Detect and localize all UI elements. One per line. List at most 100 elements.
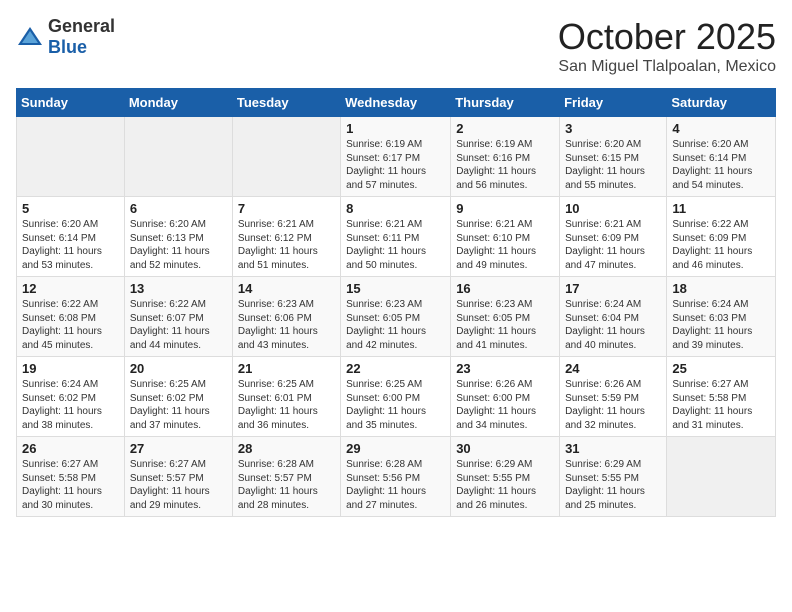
day-info: Sunrise: 6:26 AM Sunset: 6:00 PM Dayligh… bbox=[456, 378, 554, 432]
calendar-cell: 29Sunrise: 6:28 AM Sunset: 5:56 PM Dayli… bbox=[341, 437, 451, 517]
day-info: Sunrise: 6:21 AM Sunset: 6:09 PM Dayligh… bbox=[565, 218, 661, 272]
calendar-cell: 1 Sunrise: 6:19 AM Sunset: 6:17 PM Daylig… bbox=[341, 117, 451, 197]
day-number: 20 bbox=[130, 361, 227, 376]
calendar-cell: 20 Sunrise: 6:25 AM Sunset: 6:02 PM Dayli… bbox=[124, 357, 232, 437]
calendar-week-row: 12 Sunrise: 6:22 AM Sunset: 6:08 PM Dayli… bbox=[17, 277, 776, 357]
day-info: Sunrise: 6:20 AM Sunset: 6:14 PM Dayligh… bbox=[672, 138, 770, 192]
day-number: 31 bbox=[565, 441, 661, 456]
day-number: 26 bbox=[22, 441, 119, 456]
day-info: Sunrise: 6:25 AM Sunset: 6:00 PM Dayligh… bbox=[346, 378, 445, 432]
day-number: 2 bbox=[456, 121, 554, 136]
calendar-cell bbox=[232, 117, 340, 197]
day-info: Sunrise: 6:27 AM Sunset: 5:57 PM Dayligh… bbox=[130, 458, 227, 512]
calendar-cell: 28 Sunrise: 6:28 AM Sunset: 5:57 PM Dayli… bbox=[232, 437, 340, 517]
day-info: Sunrise: 6:22 AM Sunset: 6:09 PM Dayligh… bbox=[672, 218, 770, 272]
calendar-week-row: 26 Sunrise: 6:27 AM Sunset: 5:58 PM Dayli… bbox=[17, 437, 776, 517]
day-number: 14 bbox=[238, 281, 335, 296]
calendar-cell: 25Sunrise: 6:27 AM Sunset: 5:58 PM Dayli… bbox=[667, 357, 776, 437]
calendar-cell: 5Sunrise: 6:20 AM Sunset: 6:14 PM Daylig… bbox=[17, 197, 125, 277]
calendar-cell bbox=[17, 117, 125, 197]
day-number: 25 bbox=[672, 361, 770, 376]
calendar-cell: 15 Sunrise: 6:23 AM Sunset: 6:05 PM Dayli… bbox=[341, 277, 451, 357]
day-number: 29 bbox=[346, 441, 445, 456]
calendar-cell: 22 Sunrise: 6:25 AM Sunset: 6:00 PM Dayli… bbox=[341, 357, 451, 437]
calendar-cell: 11Sunrise: 6:22 AM Sunset: 6:09 PM Dayli… bbox=[667, 197, 776, 277]
weekday-header-saturday: Saturday bbox=[667, 89, 776, 117]
day-info: Sunrise: 6:26 AM Sunset: 5:59 PM Dayligh… bbox=[565, 378, 661, 432]
calendar-cell: 18Sunrise: 6:24 AM Sunset: 6:03 PM Dayli… bbox=[667, 277, 776, 357]
weekday-header-tuesday: Tuesday bbox=[232, 89, 340, 117]
calendar-cell: 14 Sunrise: 6:23 AM Sunset: 6:06 PM Dayli… bbox=[232, 277, 340, 357]
day-info: Sunrise: 6:22 AM Sunset: 6:07 PM Dayligh… bbox=[130, 298, 227, 352]
title-block: October 2025 San Miguel Tlalpoalan, Mexi… bbox=[558, 16, 776, 76]
calendar-cell: 21Sunrise: 6:25 AM Sunset: 6:01 PM Dayli… bbox=[232, 357, 340, 437]
day-number: 12 bbox=[22, 281, 119, 296]
day-info: Sunrise: 6:20 AM Sunset: 6:14 PM Dayligh… bbox=[22, 218, 119, 272]
calendar-cell bbox=[667, 437, 776, 517]
calendar-cell: 30Sunrise: 6:29 AM Sunset: 5:55 PM Dayli… bbox=[451, 437, 560, 517]
logo: General Blue bbox=[16, 16, 115, 58]
day-info: Sunrise: 6:21 AM Sunset: 6:12 PM Dayligh… bbox=[238, 218, 335, 272]
calendar-cell: 6 Sunrise: 6:20 AM Sunset: 6:13 PM Daylig… bbox=[124, 197, 232, 277]
day-number: 24 bbox=[565, 361, 661, 376]
weekday-header-thursday: Thursday bbox=[451, 89, 560, 117]
calendar-cell: 24 Sunrise: 6:26 AM Sunset: 5:59 PM Dayli… bbox=[560, 357, 667, 437]
weekday-header-wednesday: Wednesday bbox=[341, 89, 451, 117]
day-number: 19 bbox=[22, 361, 119, 376]
day-number: 4 bbox=[672, 121, 770, 136]
day-number: 10 bbox=[565, 201, 661, 216]
day-number: 22 bbox=[346, 361, 445, 376]
calendar-cell: 3 Sunrise: 6:20 AM Sunset: 6:15 PM Daylig… bbox=[560, 117, 667, 197]
logo-icon bbox=[16, 23, 44, 51]
day-number: 21 bbox=[238, 361, 335, 376]
day-number: 28 bbox=[238, 441, 335, 456]
day-info: Sunrise: 6:28 AM Sunset: 5:57 PM Dayligh… bbox=[238, 458, 335, 512]
day-info: Sunrise: 6:27 AM Sunset: 5:58 PM Dayligh… bbox=[22, 458, 119, 512]
page-header: General Blue October 2025 San Miguel Tla… bbox=[16, 16, 776, 76]
logo-general: General bbox=[48, 16, 115, 36]
calendar-cell bbox=[124, 117, 232, 197]
day-number: 7 bbox=[238, 201, 335, 216]
day-info: Sunrise: 6:20 AM Sunset: 6:13 PM Dayligh… bbox=[130, 218, 227, 272]
calendar-cell: 17 Sunrise: 6:24 AM Sunset: 6:04 PM Dayli… bbox=[560, 277, 667, 357]
calendar-cell: 10 Sunrise: 6:21 AM Sunset: 6:09 PM Dayli… bbox=[560, 197, 667, 277]
day-number: 6 bbox=[130, 201, 227, 216]
day-info: Sunrise: 6:23 AM Sunset: 6:06 PM Dayligh… bbox=[238, 298, 335, 352]
calendar-cell: 13Sunrise: 6:22 AM Sunset: 6:07 PM Dayli… bbox=[124, 277, 232, 357]
calendar-cell: 12 Sunrise: 6:22 AM Sunset: 6:08 PM Dayli… bbox=[17, 277, 125, 357]
day-info: Sunrise: 6:29 AM Sunset: 5:55 PM Dayligh… bbox=[565, 458, 661, 512]
day-number: 9 bbox=[456, 201, 554, 216]
day-info: Sunrise: 6:19 AM Sunset: 6:17 PM Dayligh… bbox=[346, 138, 445, 192]
day-info: Sunrise: 6:24 AM Sunset: 6:02 PM Dayligh… bbox=[22, 378, 119, 432]
day-info: Sunrise: 6:23 AM Sunset: 6:05 PM Dayligh… bbox=[346, 298, 445, 352]
logo-blue: Blue bbox=[48, 37, 87, 57]
day-number: 8 bbox=[346, 201, 445, 216]
day-info: Sunrise: 6:20 AM Sunset: 6:15 PM Dayligh… bbox=[565, 138, 661, 192]
weekday-header-monday: Monday bbox=[124, 89, 232, 117]
calendar-table: SundayMondayTuesdayWednesdayThursdayFrid… bbox=[16, 88, 776, 517]
calendar-week-row: 5Sunrise: 6:20 AM Sunset: 6:14 PM Daylig… bbox=[17, 197, 776, 277]
calendar-cell: 19 Sunrise: 6:24 AM Sunset: 6:02 PM Dayli… bbox=[17, 357, 125, 437]
day-info: Sunrise: 6:25 AM Sunset: 6:02 PM Dayligh… bbox=[130, 378, 227, 432]
day-info: Sunrise: 6:24 AM Sunset: 6:03 PM Dayligh… bbox=[672, 298, 770, 352]
weekday-header-sunday: Sunday bbox=[17, 89, 125, 117]
calendar-cell: 4 Sunrise: 6:20 AM Sunset: 6:14 PM Daylig… bbox=[667, 117, 776, 197]
calendar-cell: 26 Sunrise: 6:27 AM Sunset: 5:58 PM Dayli… bbox=[17, 437, 125, 517]
calendar-cell: 23Sunrise: 6:26 AM Sunset: 6:00 PM Dayli… bbox=[451, 357, 560, 437]
calendar-cell: 8Sunrise: 6:21 AM Sunset: 6:11 PM Daylig… bbox=[341, 197, 451, 277]
day-number: 1 bbox=[346, 121, 445, 136]
day-number: 15 bbox=[346, 281, 445, 296]
weekday-header-friday: Friday bbox=[560, 89, 667, 117]
weekday-header-row: SundayMondayTuesdayWednesdayThursdayFrid… bbox=[17, 89, 776, 117]
day-info: Sunrise: 6:24 AM Sunset: 6:04 PM Dayligh… bbox=[565, 298, 661, 352]
day-number: 17 bbox=[565, 281, 661, 296]
day-info: Sunrise: 6:19 AM Sunset: 6:16 PM Dayligh… bbox=[456, 138, 554, 192]
day-number: 3 bbox=[565, 121, 661, 136]
day-number: 30 bbox=[456, 441, 554, 456]
day-info: Sunrise: 6:22 AM Sunset: 6:08 PM Dayligh… bbox=[22, 298, 119, 352]
day-info: Sunrise: 6:23 AM Sunset: 6:05 PM Dayligh… bbox=[456, 298, 554, 352]
calendar-week-row: 19 Sunrise: 6:24 AM Sunset: 6:02 PM Dayli… bbox=[17, 357, 776, 437]
day-number: 16 bbox=[456, 281, 554, 296]
calendar-cell: 31 Sunrise: 6:29 AM Sunset: 5:55 PM Dayli… bbox=[560, 437, 667, 517]
calendar-cell: 9Sunrise: 6:21 AM Sunset: 6:10 PM Daylig… bbox=[451, 197, 560, 277]
